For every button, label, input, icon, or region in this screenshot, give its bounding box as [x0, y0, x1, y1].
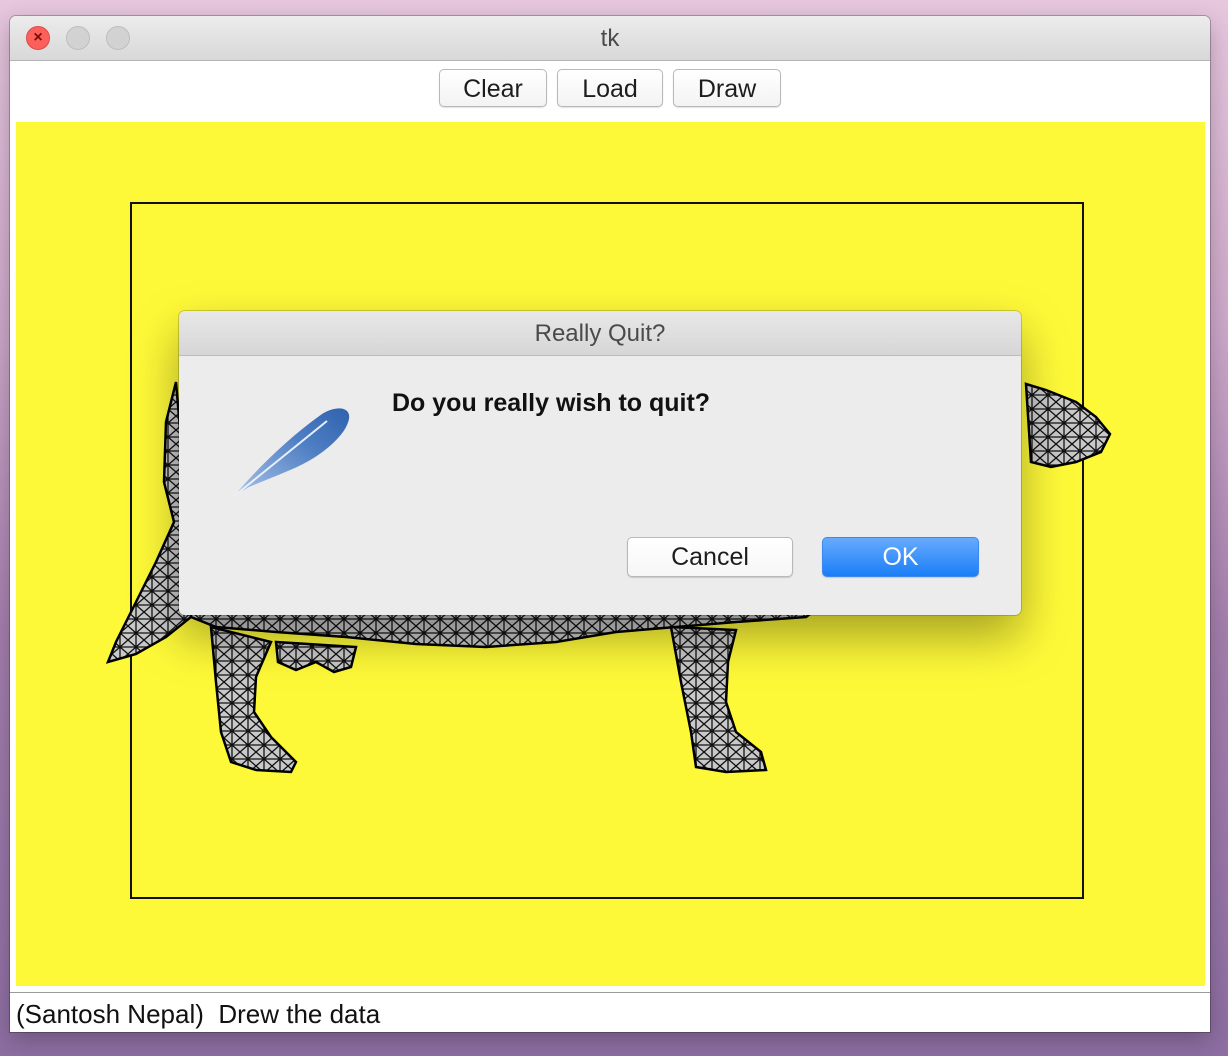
dialog-title: Really Quit?	[534, 320, 666, 347]
clear-button[interactable]: Clear	[439, 69, 547, 107]
ok-button[interactable]: OK	[822, 537, 979, 577]
cancel-button[interactable]: Cancel	[627, 537, 793, 577]
feather-icon	[232, 408, 350, 498]
status-text: (Santosh Nepal) Drew the data	[16, 999, 381, 1029]
draw-button[interactable]: Draw	[673, 69, 781, 107]
quit-dialog: Really Quit? Do you really wish to quit?…	[179, 311, 1021, 615]
dialog-message: Do you really wish to quit?	[392, 389, 711, 417]
dialog-title-bar[interactable]: Really Quit?	[179, 311, 1021, 356]
toolbar: Clear Load Draw	[10, 61, 1210, 121]
load-button[interactable]: Load	[557, 69, 663, 107]
title-bar[interactable]: × tk	[10, 16, 1210, 61]
status-bar: (Santosh Nepal) Drew the data	[10, 992, 1210, 1032]
window-title: tk	[600, 25, 620, 52]
